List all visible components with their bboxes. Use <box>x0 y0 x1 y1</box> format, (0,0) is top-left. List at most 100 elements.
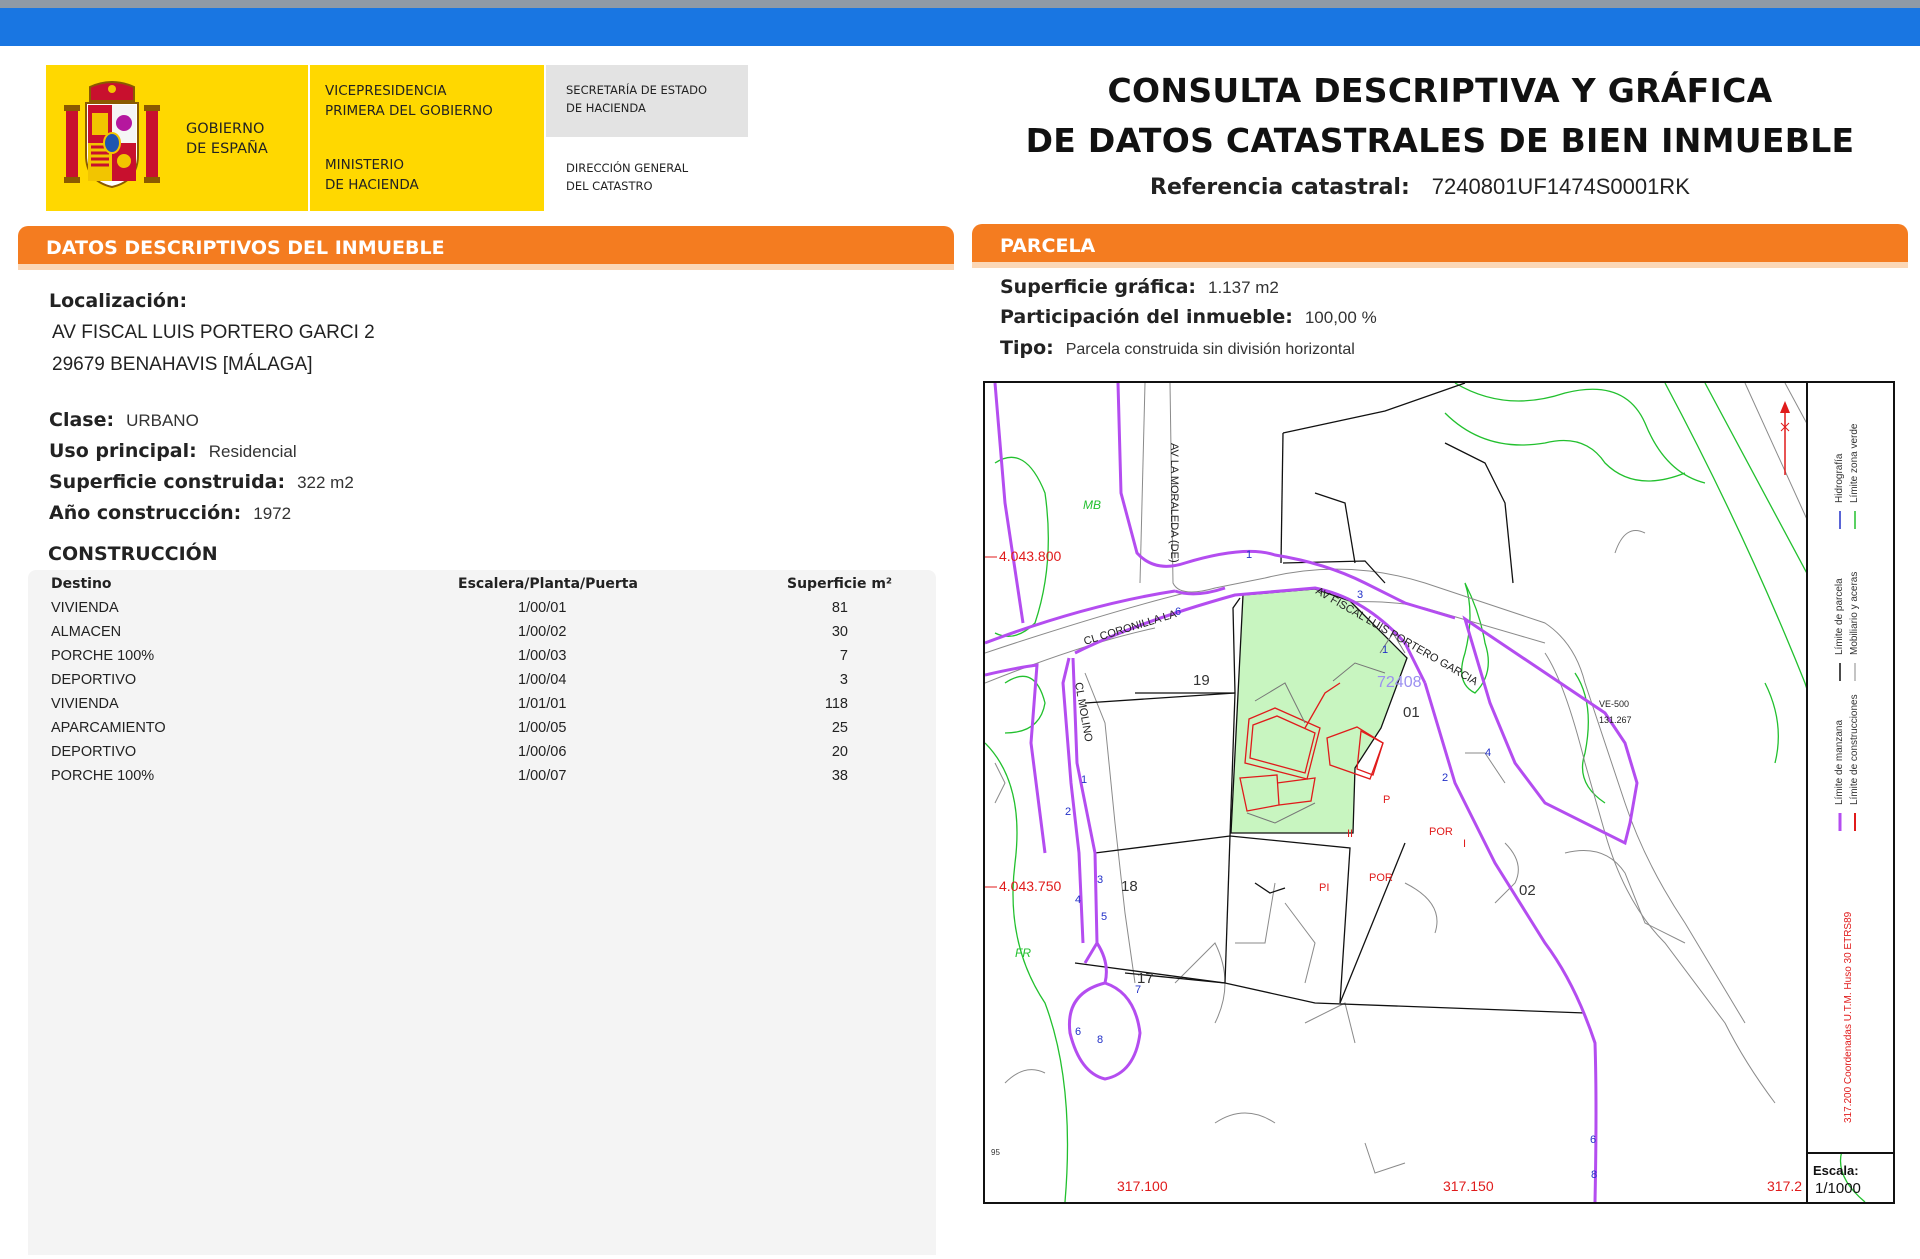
anio-row: Año construcción: 1972 <box>49 502 291 524</box>
logo-secretaria-line1: SECRETARÍA DE ESTADO <box>566 83 708 97</box>
table-cell-escalera: 1/00/06 <box>518 744 567 760</box>
street-label-moraleda: AV LA MORALEDA (DE) <box>1168 443 1180 563</box>
table-cell-destino: PORCHE 100% <box>51 768 155 784</box>
uso-value: Residencial <box>208 442 297 461</box>
coordinate-x3: 317.2 <box>1767 1178 1802 1194</box>
table-cell-superficie: 20 <box>831 744 848 760</box>
table-cell-superficie: 30 <box>831 624 848 640</box>
participacion-row: Participación del inmueble: 100,00 % <box>1000 306 1377 328</box>
logo-ministerio-line2: DE HACIENDA <box>325 177 419 193</box>
table-cell-superficie: 25 <box>831 720 848 736</box>
legend-zona-verde: Límite zona verde <box>1849 423 1860 503</box>
cadastral-reference: Referencia catastral: 7240801UF1474S0001R… <box>1150 174 1690 200</box>
house-number: 2 <box>1065 806 1071 818</box>
table-cell-superficie: 3 <box>839 672 848 688</box>
zone-label-ve: VE-500 <box>1599 699 1629 709</box>
table-cell-escalera: 1/00/05 <box>518 720 567 736</box>
zone-label-mb: MB <box>1083 498 1101 512</box>
coordinate-x2: 317.150 <box>1443 1178 1494 1194</box>
clase-value: URBANO <box>126 411 199 430</box>
coordinate-y2: 4.043.750 <box>999 878 1061 894</box>
legend-mobiliario: Mobiliario y aceras <box>1849 572 1860 655</box>
anio-value: 1972 <box>253 504 292 523</box>
coat-of-arms-icon <box>64 81 160 189</box>
construction-table: Destino Escalera/Planta/Puerta Superfici… <box>28 570 936 1255</box>
table-cell-destino: VIVIENDA <box>51 696 119 712</box>
cadastral-map[interactable]: 1 3 1 2 4 6 1 2 3 4 5 7 8 6 6 8 AV LA MO… <box>983 381 1895 1204</box>
table-cell-superficie: 38 <box>831 768 848 784</box>
tipo-row: Tipo: Parcela construida sin división hor… <box>1000 337 1355 359</box>
coordinate-x1: 317.100 <box>1117 1178 1168 1194</box>
parcel-number-19: 19 <box>1193 672 1210 689</box>
top-bar <box>0 8 1920 46</box>
parcel-number-01: 01 <box>1403 704 1420 721</box>
localizacion-label: Localización: <box>49 290 188 312</box>
section-header-datos-underline <box>18 264 954 270</box>
coordinate-y1: 4.043.800 <box>999 548 1061 564</box>
tipo-value: Parcela construida sin división horizont… <box>1065 341 1355 358</box>
tipo-label: Tipo: <box>1000 337 1054 359</box>
legend-coordenadas: 317.200 Coordenadas U.T.M. Huso 30 ETRS8… <box>1843 911 1854 1123</box>
logo-direccion-line2: DEL CATASTRO <box>566 179 653 193</box>
legend-limite-parcela: Límite de parcela <box>1834 578 1845 655</box>
section-header-parcela-underline <box>972 262 1908 268</box>
table-cell-destino: DEPORTIVO <box>51 672 137 688</box>
construction-label-por: POR <box>1429 826 1453 838</box>
table-cell-escalera: 1/01/01 <box>518 696 567 712</box>
house-number: 8 <box>1097 1034 1103 1046</box>
house-number: 3 <box>1097 874 1103 886</box>
anio-label: Año construcción: <box>49 502 242 524</box>
logo-panel-ministerio: VICEPRESIDENCIA PRIMERA DEL GOBIERNO MIN… <box>310 65 544 211</box>
table-header-escalera: Escalera/Planta/Puerta <box>458 576 638 592</box>
table-cell-destino: DEPORTIVO <box>51 744 137 760</box>
house-number: 6 <box>1075 1026 1081 1038</box>
legend-limite-manzana: Límite de manzana <box>1834 720 1845 805</box>
clase-label: Clase: <box>49 409 115 431</box>
table-cell-destino: APARCAMIENTO <box>51 720 166 736</box>
logo-direccion-line1: DIRECCIÓN GENERAL <box>566 161 689 175</box>
table-cell-destino: PORCHE 100% <box>51 648 155 664</box>
house-number: 1 <box>1246 549 1252 561</box>
street-label-coronilla: CL CORONILLA LA <box>1082 608 1178 648</box>
table-cell-superficie: 7 <box>839 648 848 664</box>
parcel-number-72408: 72408 <box>1377 674 1422 691</box>
house-number: 2 <box>1442 772 1448 784</box>
zone-label-fr: FR <box>1015 946 1031 960</box>
table-cell-superficie: 118 <box>824 696 848 712</box>
logo-secretaria-line2: DE HACIENDA <box>566 101 646 115</box>
logo-panel-gobierno: GOBIERNO DE ESPAÑA <box>46 65 308 211</box>
house-number: 3 <box>1357 589 1363 601</box>
superficie-label: Superficie construida: <box>49 471 286 493</box>
superficie-row: Superficie construida: 322 m2 <box>49 471 354 493</box>
uso-row: Uso principal: Residencial <box>49 440 297 462</box>
cadastral-reference-value: 7240801UF1474S0001RK <box>1431 174 1690 199</box>
cadastral-reference-label: Referencia catastral: <box>1150 175 1410 200</box>
participacion-value: 100,00 % <box>1304 308 1377 327</box>
scale-tick-label: 95 <box>991 1148 1000 1157</box>
zone-label-ve-value: 131.267 <box>1599 715 1632 725</box>
logo-gobierno-line2: DE ESPAÑA <box>186 141 268 157</box>
address-line1: AV FISCAL LUIS PORTERO GARCI 2 <box>52 322 375 343</box>
scale-label: Escala: <box>1813 1163 1859 1178</box>
superficie-grafica-row: Superficie gráfica: 1.137 m2 <box>1000 276 1279 298</box>
top-border <box>0 0 1920 8</box>
legend-hidrografia: Hidrografía <box>1834 453 1845 503</box>
page-title-line1: CONSULTA DESCRIPTIVA Y GRÁFICA <box>1107 71 1773 110</box>
construccion-heading: CONSTRUCCIÓN <box>48 543 218 565</box>
house-number: 4 <box>1075 894 1081 906</box>
table-cell-escalera: 1/00/04 <box>518 672 567 688</box>
participacion-label: Participación del inmueble: <box>1000 306 1293 328</box>
scale-value: 1/1000 <box>1815 1180 1861 1197</box>
table-header-destino: Destino <box>51 576 112 592</box>
superficie-value: 322 m2 <box>297 473 354 492</box>
sidewalk-lines <box>985 383 1893 1174</box>
table-header-superficie: Superficie m² <box>787 576 893 592</box>
address-line2: 29679 BENAHAVIS [MÁLAGA] <box>52 354 313 375</box>
uso-label: Uso principal: <box>49 440 197 462</box>
house-number: 1 <box>1382 644 1388 656</box>
map-canvas: 1 3 1 2 4 6 1 2 3 4 5 7 8 6 6 8 AV LA MO… <box>985 383 1893 1202</box>
page-title: CONSULTA DESCRIPTIVA Y GRÁFICA DE DATOS … <box>1020 66 1860 166</box>
house-number: 1 <box>1081 774 1087 786</box>
construction-label-p: P <box>1383 794 1390 806</box>
superficie-grafica-value: 1.137 m2 <box>1207 278 1279 297</box>
